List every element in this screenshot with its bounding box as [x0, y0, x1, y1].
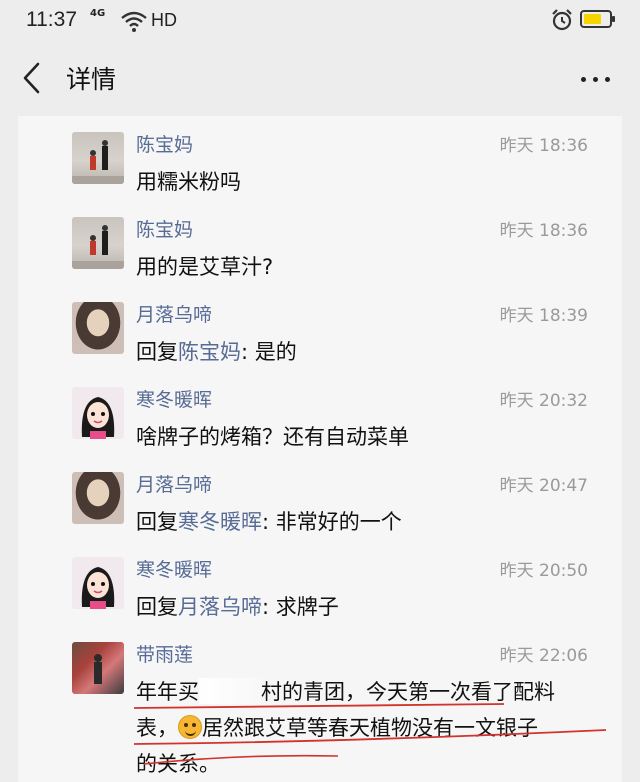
comment-author[interactable]: 寒冬暖晖 — [136, 385, 212, 412]
avatar[interactable] — [72, 302, 124, 354]
comment-author[interactable]: 月落乌啼 — [136, 300, 212, 327]
redaction-patch — [199, 678, 261, 704]
text-segment: 年年买 — [136, 680, 199, 704]
comment-author[interactable]: 月落乌啼 — [136, 470, 212, 497]
comment-line: 的关系。 — [136, 752, 220, 776]
more-options-button[interactable] — [572, 62, 618, 96]
comment-author[interactable]: 陈宝妈 — [136, 130, 193, 157]
text-segment: 居然跟艾草等春天植物没有一文银子 — [202, 716, 538, 740]
reply-target-name[interactable]: 寒冬暖晖 — [178, 510, 262, 534]
comment-item[interactable]: 月落乌啼 昨天 20:47 回复寒冬暖晖: 非常好的一个 — [18, 456, 622, 541]
status-time: 11:37 — [26, 8, 77, 31]
comment-text: 啥牌子的烤箱？还有自动菜单 — [136, 425, 409, 449]
back-button[interactable] — [16, 56, 50, 100]
comment-text: 回复寒冬暖晖: 非常好的一个 — [136, 504, 616, 540]
battery-icon — [580, 10, 615, 28]
reply-target-name[interactable]: 月落乌啼 — [178, 595, 262, 619]
avatar[interactable] — [72, 387, 124, 439]
avatar-image — [81, 397, 115, 439]
cellular-signal-icon: 4G — [90, 9, 105, 19]
reply-target-name[interactable]: 陈宝妈 — [178, 340, 241, 364]
comment-list: 陈宝妈 昨天 18:36 用糯米粉吗 陈宝妈 昨天 18:36 用的是艾草汁? … — [18, 116, 622, 782]
more-dot-icon — [581, 77, 586, 82]
nav-bar: 详情 — [0, 42, 640, 116]
comment-time: 昨天 20:47 — [499, 476, 588, 496]
avatar-image — [72, 225, 124, 269]
reply-body: : 非常好的一个 — [262, 510, 402, 534]
alarm-icon — [552, 9, 572, 31]
comment-time: 昨天 20:32 — [499, 391, 588, 411]
comment-item[interactable]: 陈宝妈 昨天 18:36 用的是艾草汁? — [18, 201, 622, 286]
comment-time: 昨天 18:36 — [499, 221, 588, 241]
network-label: 4G — [90, 8, 106, 19]
comment-author[interactable]: 带雨莲 — [136, 640, 193, 667]
page-title: 详情 — [66, 65, 117, 94]
comment-text: 回复月落乌啼: 求牌子 — [136, 589, 616, 625]
comment-text: 回复陈宝妈: 是的 — [136, 334, 616, 370]
text-segment: 表， — [136, 716, 178, 740]
chevron-left-icon — [23, 62, 40, 94]
more-dot-icon — [605, 77, 610, 82]
avatar[interactable] — [72, 217, 124, 269]
comment-text: 用糯米粉吗 — [136, 170, 241, 194]
comment-time: 昨天 22:06 — [499, 646, 588, 666]
network-type-label: HD — [151, 10, 177, 30]
reply-prefix: 回复 — [136, 340, 178, 364]
avatar-image — [72, 140, 124, 184]
avatar[interactable] — [72, 557, 124, 609]
comment-item[interactable]: 陈宝妈 昨天 18:36 用糯米粉吗 — [18, 116, 622, 201]
avatar-image — [81, 567, 115, 609]
comment-text: 年年买 村的青团，今天第一次看了配料 表， 居然跟艾草等春天植物没有一文银子 的关系… — [136, 674, 616, 782]
comment-item[interactable]: 月落乌啼 昨天 18:39 回复陈宝妈: 是的 — [18, 286, 622, 371]
comment-line: 表， 居然跟艾草等春天植物没有一文银子 — [136, 710, 616, 746]
reply-body: : 求牌子 — [262, 595, 339, 619]
text-segment: 村的青团，今天第一次看了配料 — [261, 680, 555, 704]
reply-prefix: 回复 — [136, 595, 178, 619]
status-bar: 11:37 4G HD — [0, 0, 640, 42]
avatar[interactable] — [72, 132, 124, 184]
comment-time: 昨天 18:39 — [499, 306, 588, 326]
battery-level — [584, 14, 601, 24]
reply-prefix: 回复 — [136, 510, 178, 534]
avatar[interactable] — [72, 472, 124, 524]
avatar[interactable] — [72, 642, 124, 694]
comment-time: 昨天 20:50 — [499, 561, 588, 581]
comment-text: 用的是艾草汁? — [136, 255, 274, 279]
comment-author[interactable]: 陈宝妈 — [136, 215, 193, 242]
comment-time: 昨天 18:36 — [499, 136, 588, 156]
comment-item[interactable]: 寒冬暖晖 昨天 20:50 回复月落乌啼: 求牌子 — [18, 541, 622, 626]
wifi-icon — [121, 11, 147, 32]
crying-laughing-emoji-icon — [178, 715, 202, 739]
reply-body: : 是的 — [241, 340, 297, 364]
comment-author[interactable]: 寒冬暖晖 — [136, 555, 212, 582]
comment-line: 年年买 村的青团，今天第一次看了配料 — [136, 674, 616, 710]
comment-item[interactable]: 寒冬暖晖 昨天 20:32 啥牌子的烤箱？还有自动菜单 — [18, 371, 622, 456]
more-dot-icon — [593, 77, 598, 82]
avatar-image — [94, 654, 102, 684]
comment-item[interactable]: 带雨莲 昨天 22:06 年年买 村的青团，今天第一次看了配料 表， 居然跟艾草等春… — [18, 626, 622, 782]
